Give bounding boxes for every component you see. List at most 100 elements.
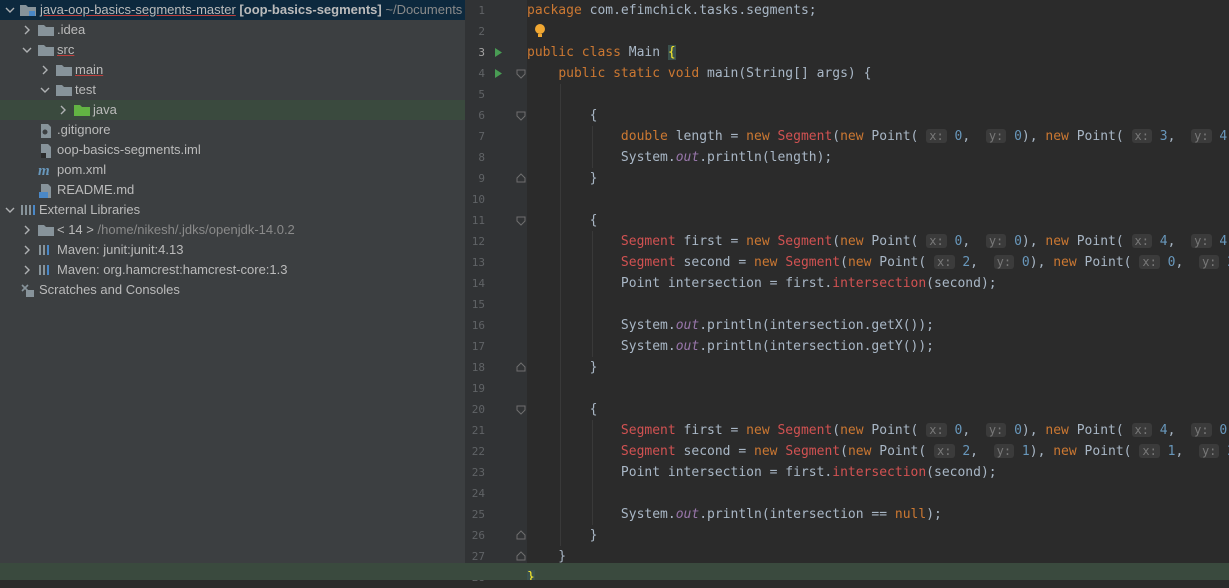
project-name: java-oop-basics-segments-master: [40, 2, 236, 17]
tree-item-src[interactable]: src: [0, 40, 465, 60]
tree-item-readme[interactable]: README.md: [0, 180, 465, 200]
tree-item-jdk[interactable]: < 14 > /home/nikesh/.jdks/openjdk-14.0.2: [0, 220, 465, 240]
fold-icon[interactable]: [516, 105, 526, 126]
param-hint: x:: [1139, 255, 1160, 269]
code-line: Segment second = new Segment(new Point( …: [527, 252, 1229, 273]
library-icon: [20, 200, 36, 220]
tree-item-label: README.md: [57, 182, 135, 197]
tree-item-scratches[interactable]: Scratches and Consoles: [0, 280, 465, 300]
chevron-right-icon[interactable]: [39, 60, 51, 80]
code-line: System.out.println(length);: [527, 150, 833, 165]
chevron-down-icon[interactable]: [21, 40, 33, 60]
file-icon: [38, 140, 54, 160]
tree-item-idea[interactable]: .idea: [0, 20, 465, 40]
line-number: 2: [478, 25, 485, 38]
class-name: Main: [628, 45, 661, 60]
line-number: 23: [471, 466, 485, 479]
param-hint: y:: [985, 129, 1007, 143]
tree-item-label: Maven: org.hamcrest:hamcrest-core:1.3: [57, 262, 288, 277]
param-hint: x:: [926, 234, 947, 248]
markdown-icon: [38, 180, 54, 200]
run-icon[interactable]: [494, 63, 504, 84]
tree-item-java[interactable]: java: [0, 100, 465, 120]
code-line: {: [527, 108, 598, 123]
param-hint: x:: [1131, 234, 1152, 248]
line-number: 3: [478, 46, 485, 59]
tree-item-iml[interactable]: oop-basics-segments.iml: [0, 140, 465, 160]
line-number: 21: [471, 424, 485, 437]
tree-item-label: java: [93, 102, 117, 117]
param-hint: y:: [993, 444, 1015, 458]
fold-icon[interactable]: [516, 525, 526, 546]
code-line: Segment first = new Segment(new Point( x…: [620, 234, 1229, 249]
tree-item-label: oop-basics-segments.iml: [57, 142, 201, 157]
library-icon: [38, 260, 54, 280]
chevron-right-icon[interactable]: [21, 220, 33, 240]
folder-icon: [38, 220, 54, 240]
param-hint: y:: [1198, 444, 1220, 458]
chevron-down-icon[interactable]: [4, 200, 16, 220]
tree-item-label: main: [75, 62, 104, 77]
tree-item-gitignore[interactable]: .gitignore: [0, 120, 465, 140]
line-number: 7: [478, 130, 485, 143]
tree-item-external-libraries[interactable]: External Libraries: [0, 200, 465, 220]
tree-item-test[interactable]: test: [0, 80, 465, 100]
code-line: Point intersection = first.intersection(…: [527, 276, 997, 291]
folder-icon: [38, 20, 54, 40]
line-number: 4: [478, 67, 485, 80]
code-line: System.out.println(intersection.getX());: [527, 318, 935, 333]
folder-icon: [20, 0, 36, 20]
line-number: 20: [471, 403, 485, 416]
line-number: 9: [478, 172, 485, 185]
fold-icon[interactable]: [516, 399, 526, 420]
chevron-right-icon[interactable]: [21, 260, 33, 280]
code-line: package com.efimchick.tasks.segments;: [527, 3, 817, 18]
fold-icon[interactable]: [516, 357, 526, 378]
line-number: 16: [471, 319, 485, 332]
fold-icon[interactable]: [516, 210, 526, 231]
folder-icon: [38, 40, 54, 60]
line-number: 26: [471, 529, 485, 542]
code-line: Segment second = new Segment(new Point( …: [527, 441, 1229, 462]
bulb-icon[interactable]: [533, 21, 547, 42]
scratches-icon: [20, 280, 36, 300]
param-hint: x:: [1131, 423, 1152, 437]
line-number: 12: [471, 235, 485, 248]
param-hint: x:: [926, 423, 947, 437]
tree-item-label: Maven: junit:junit:4.13: [57, 242, 184, 257]
line-number: 22: [471, 445, 485, 458]
tree-item-label: Scratches and Consoles: [39, 282, 180, 297]
run-icon[interactable]: [494, 42, 504, 63]
tree-item-hamcrest[interactable]: Maven: org.hamcrest:hamcrest-core:1.3: [0, 260, 465, 280]
param-hint: y:: [1191, 234, 1212, 248]
tree-item-main[interactable]: main: [0, 60, 465, 80]
tree-root[interactable]: java-oop-basics-segments-master [oop-bas…: [0, 0, 465, 20]
line-number: 19: [471, 382, 485, 395]
chevron-right-icon[interactable]: [21, 20, 33, 40]
tree-item-label: pom.xml: [57, 162, 107, 177]
code-line: }: [527, 549, 567, 564]
chevron-down-icon[interactable]: [39, 80, 51, 100]
fold-icon[interactable]: [516, 63, 526, 84]
code-line: {: [527, 402, 598, 417]
tree-item-label: External Libraries: [39, 202, 141, 217]
code-line: public static void main(String[] args) {: [558, 66, 872, 81]
svg-text:m: m: [38, 163, 50, 177]
chevron-right-icon[interactable]: [21, 240, 33, 260]
param-hint: x:: [934, 444, 955, 458]
tree-item-label: test: [75, 82, 96, 97]
tree-item-pom[interactable]: m pom.xml: [0, 160, 465, 180]
fold-icon[interactable]: [516, 168, 526, 189]
line-number: 8: [478, 151, 485, 164]
tree-item-label: src: [57, 42, 75, 57]
tree-item-junit[interactable]: Maven: junit:junit:4.13: [0, 240, 465, 260]
jdk-path: /home/nikesh/.jdks/openjdk-14.0.2: [97, 222, 295, 237]
chevron-down-icon[interactable]: [4, 0, 16, 20]
line-number: 5: [478, 88, 485, 101]
code-editor[interactable]: package com.efimchick.tasks.segments; pu…: [527, 0, 1229, 580]
chevron-right-icon[interactable]: [57, 100, 69, 120]
tree-item-label: .idea: [57, 22, 86, 37]
param-hint: y:: [993, 255, 1015, 269]
line-number: 15: [471, 298, 485, 311]
line-number: 13: [471, 256, 485, 269]
